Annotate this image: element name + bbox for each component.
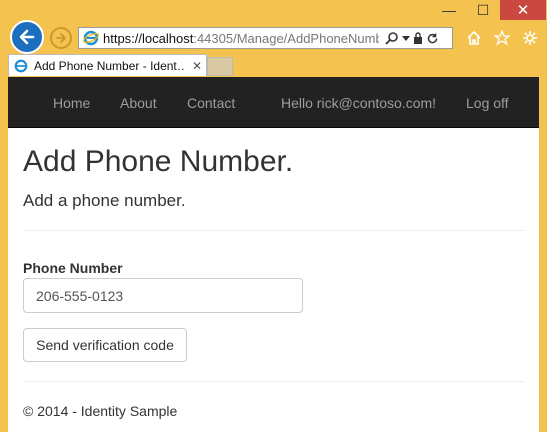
nav-home[interactable]: Home	[53, 95, 90, 111]
browser-window: — ☐ ✕ https://localhost:44305/Manage/Add…	[0, 0, 547, 432]
home-icon[interactable]	[466, 30, 482, 46]
page-subtitle: Add a phone number.	[23, 191, 186, 210]
address-icons	[385, 31, 439, 45]
footer-divider	[23, 381, 524, 382]
back-button[interactable]	[10, 20, 44, 54]
ie-tab-icon	[14, 59, 28, 72]
address-text[interactable]: https://localhost:44305/Manage/AddPhoneN…	[103, 31, 379, 46]
nav-about[interactable]: About	[120, 95, 157, 111]
maximize-button[interactable]: ☐	[466, 0, 500, 20]
divider	[23, 230, 524, 231]
close-tab-icon[interactable]: ✕	[192, 59, 202, 73]
address-host: https://localhost	[103, 30, 194, 46]
tab-title: Add Phone Number - Ident…	[34, 58, 184, 73]
page-title: Add Phone Number.	[23, 145, 294, 178]
nav-contact[interactable]: Contact	[187, 95, 235, 111]
footer-text: © 2014 - Identity Sample	[23, 403, 178, 419]
new-tab-button[interactable]	[207, 57, 233, 76]
page-viewport: Home About Contact Hello rick@contoso.co…	[8, 77, 539, 432]
title-bar: — ☐ ✕	[0, 0, 547, 22]
favorites-star-icon[interactable]	[494, 30, 510, 46]
address-bar[interactable]: https://localhost:44305/Manage/AddPhoneN…	[78, 27, 453, 49]
nav-user-greeting[interactable]: Hello rick@contoso.com!	[281, 95, 436, 111]
gear-icon[interactable]	[522, 30, 538, 46]
browser-tab[interactable]: Add Phone Number - Ident… ✕	[8, 54, 207, 76]
forward-button[interactable]	[50, 27, 72, 49]
minimize-button[interactable]: —	[432, 0, 466, 20]
browser-toolbar	[460, 27, 544, 49]
dropdown-icon[interactable]	[402, 34, 410, 42]
site-navbar: Home About Contact Hello rick@contoso.co…	[8, 77, 539, 128]
refresh-icon[interactable]	[426, 32, 439, 45]
arrow-left-icon	[19, 29, 35, 45]
close-window-button[interactable]: ✕	[500, 0, 546, 20]
phone-number-label: Phone Number	[23, 260, 123, 276]
search-icon[interactable]	[385, 31, 399, 45]
lock-icon[interactable]	[413, 31, 423, 45]
ie-logo-icon	[83, 30, 99, 46]
send-verification-code-button[interactable]: Send verification code	[23, 328, 187, 362]
phone-number-input[interactable]: 206-555-0123	[23, 278, 303, 313]
address-path: :44305/Manage/AddPhoneNumber	[193, 30, 379, 46]
arrow-right-icon	[56, 33, 66, 43]
nav-logoff[interactable]: Log off	[466, 95, 509, 111]
